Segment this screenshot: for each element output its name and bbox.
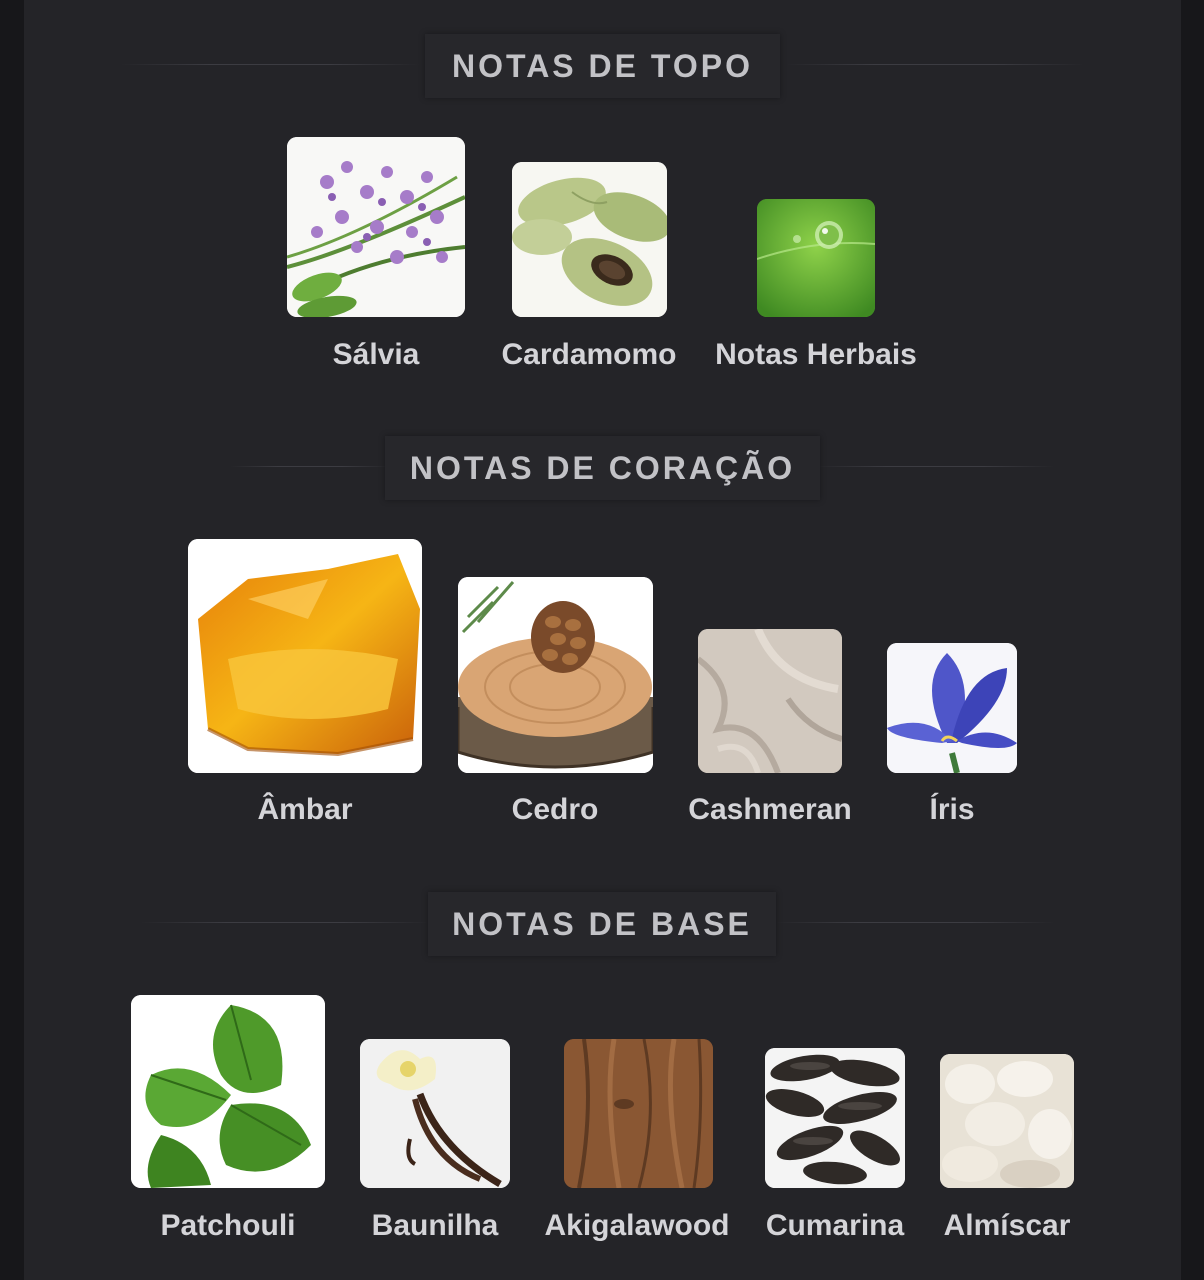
note-label: Sálvia <box>332 338 420 371</box>
note-label: Cashmeran <box>688 793 852 826</box>
section-top-notes-header: NOTAS DE TOPO <box>0 34 1204 98</box>
note-label: Akigalawood <box>544 1209 730 1242</box>
section-title: NOTAS DE CORAÇÃO <box>385 436 820 500</box>
tonka-bean-icon[interactable] <box>765 1048 905 1188</box>
note-label: Cedro <box>511 793 599 826</box>
cashmere-fabric-icon[interactable] <box>698 629 842 773</box>
divider <box>140 922 430 923</box>
note-label: Almíscar <box>943 1209 1071 1242</box>
divider <box>230 466 390 467</box>
note-label: Íris <box>929 793 975 826</box>
note-label: Âmbar <box>257 793 353 826</box>
green-leaf-droplet-icon[interactable] <box>757 199 875 317</box>
cedar-wood-icon[interactable] <box>458 577 653 773</box>
note-label: Cardamomo <box>501 338 677 371</box>
patchouli-leaf-icon[interactable] <box>131 995 325 1188</box>
sage-flower-icon[interactable] <box>287 137 465 317</box>
section-title: NOTAS DE BASE <box>428 892 776 956</box>
section-base-notes-header: NOTAS DE BASE <box>0 892 1204 956</box>
note-label: Cumarina <box>765 1209 905 1242</box>
vanilla-pod-icon[interactable] <box>360 1039 510 1188</box>
section-title: NOTAS DE TOPO <box>425 34 780 98</box>
cardamom-pod-icon[interactable] <box>512 162 667 317</box>
divider <box>785 64 1085 65</box>
note-label: Baunilha <box>371 1209 499 1242</box>
wood-grain-icon[interactable] <box>564 1039 713 1188</box>
iris-flower-icon[interactable] <box>887 643 1017 773</box>
divider <box>120 64 420 65</box>
section-heart-notes-header: NOTAS DE CORAÇÃO <box>0 436 1204 500</box>
divider <box>775 922 1055 923</box>
musk-texture-icon[interactable] <box>940 1054 1074 1188</box>
amber-stone-icon[interactable] <box>188 539 422 773</box>
note-label: Patchouli <box>160 1209 296 1242</box>
divider <box>815 466 1055 467</box>
note-label: Notas Herbais <box>715 338 917 371</box>
